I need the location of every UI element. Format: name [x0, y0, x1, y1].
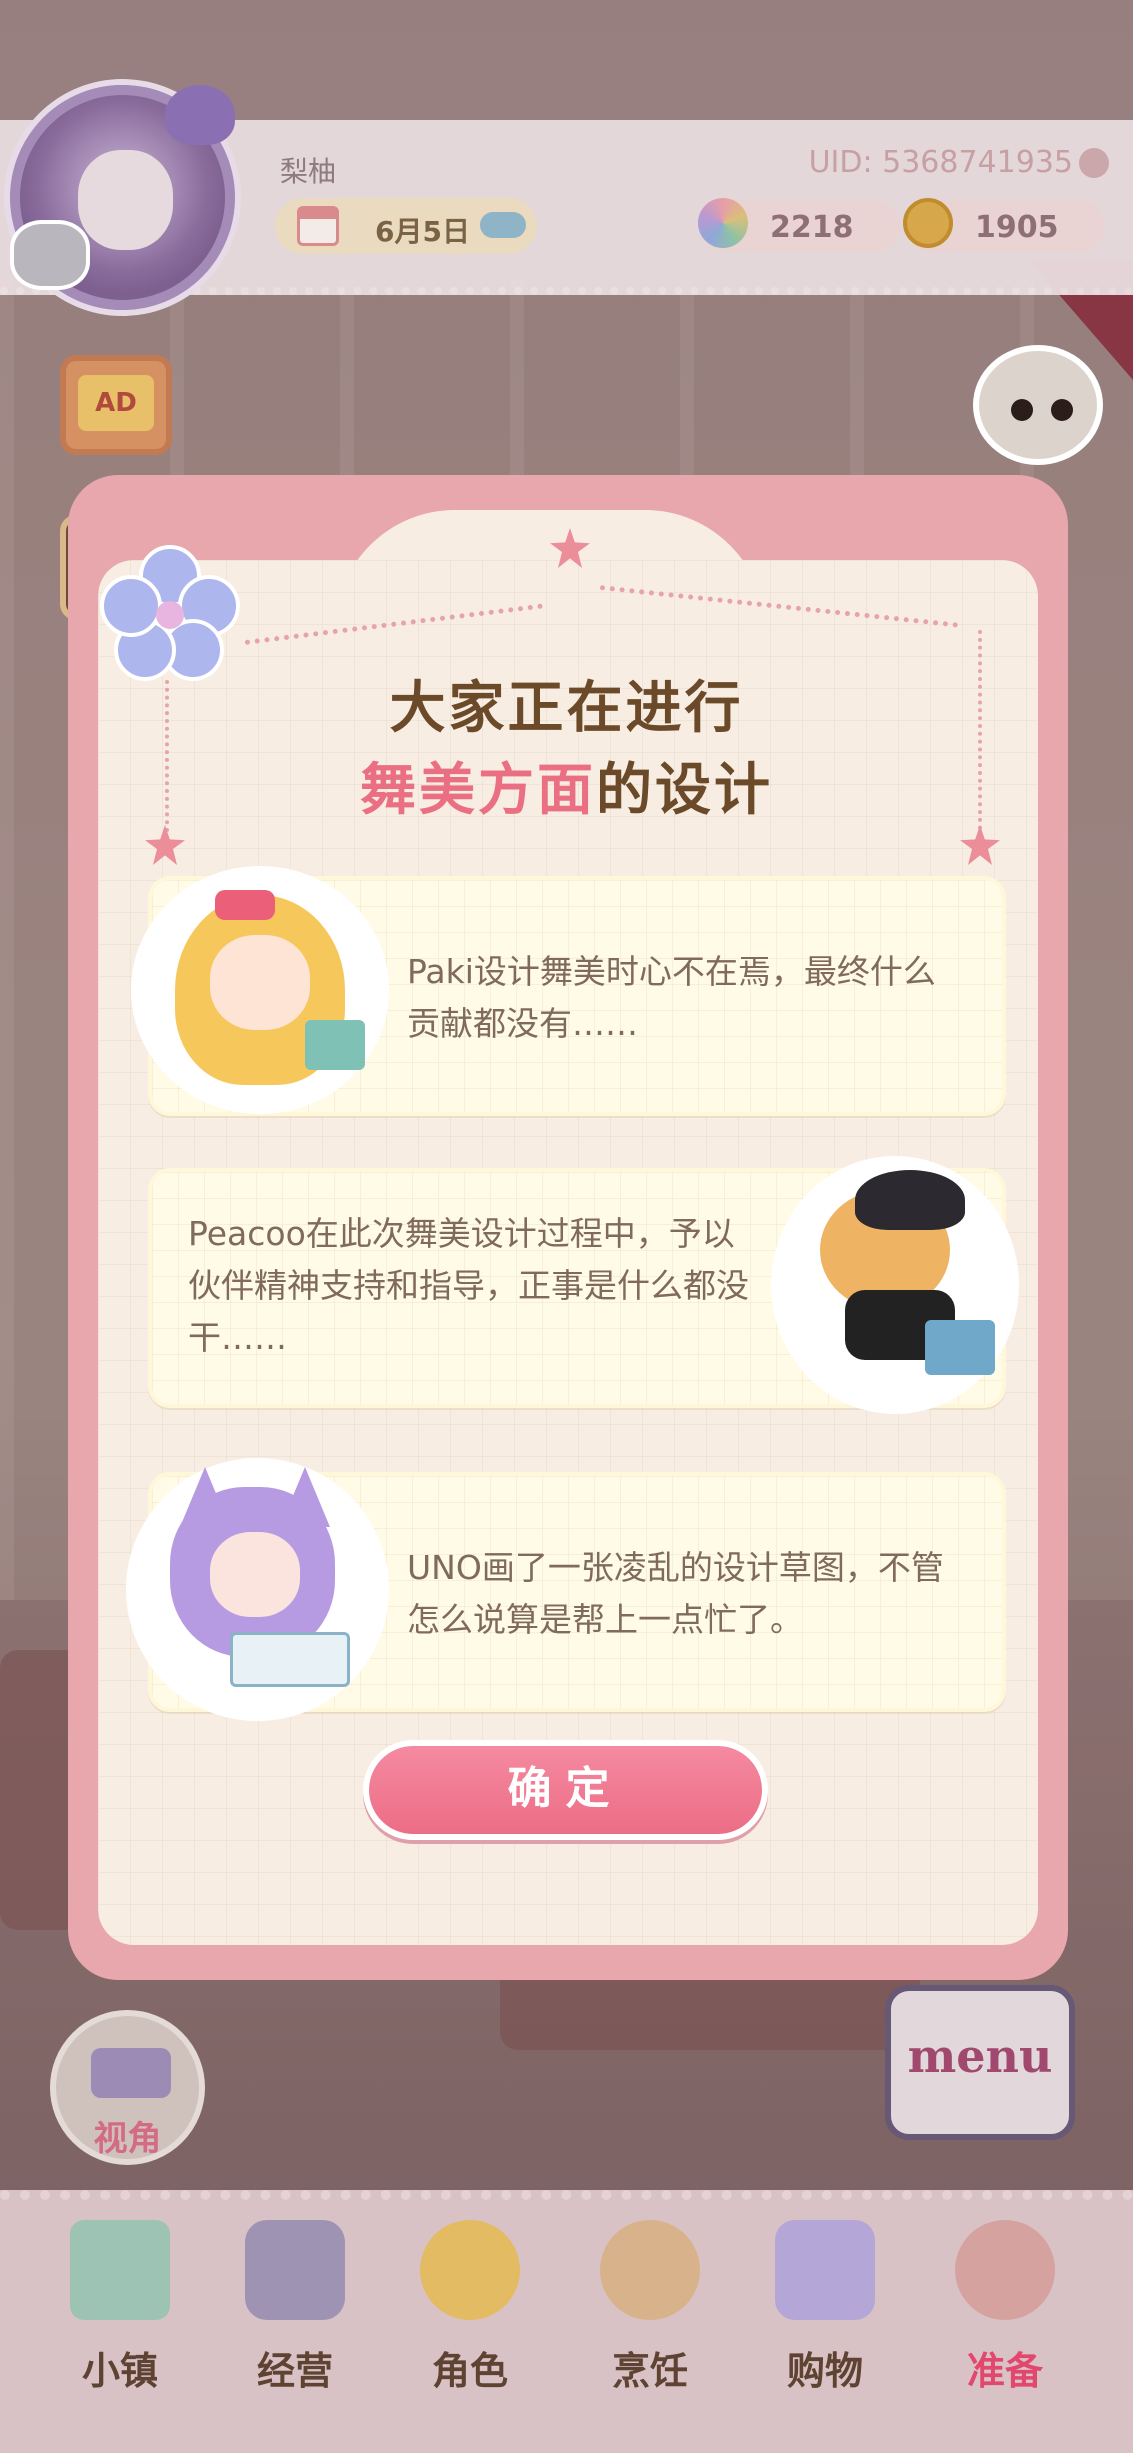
nav-item-town[interactable]: 小镇: [45, 2210, 195, 2410]
coin-icon: [903, 198, 953, 248]
dialog-title-highlight: 舞美方面: [360, 758, 596, 823]
dialog-title-line2: 舞美方面的设计: [0, 745, 1133, 826]
peacoo-character-icon: [775, 1160, 1015, 1410]
character-icon: [420, 2220, 520, 2320]
cat-eye-right: [1051, 399, 1073, 421]
copy-uid-icon[interactable]: [1079, 148, 1109, 178]
nav-label: 烹饪: [611, 2349, 688, 2393]
nav-label: 准备: [966, 2349, 1043, 2393]
nav-item-prepare[interactable]: 准备: [930, 2210, 1080, 2410]
cat-companion-icon: [10, 220, 90, 290]
sandwich-icon: [600, 2220, 700, 2320]
cloud-weather-icon: [480, 212, 526, 238]
player-uid: UID: 5368741935: [808, 145, 1073, 180]
nav-label: 购物: [786, 2349, 863, 2393]
menu-book-button[interactable]: menu: [885, 1985, 1075, 2140]
nav-label: 小镇: [81, 2349, 158, 2393]
nav-label: 经营: [256, 2349, 333, 2393]
date-text: 6月5日: [375, 215, 470, 248]
player-name: 梨柚: [280, 155, 337, 188]
view-label: 视角: [93, 2119, 162, 2159]
nav-item-business[interactable]: 经营: [220, 2210, 370, 2410]
nav-item-character[interactable]: 角色: [395, 2210, 545, 2410]
ad-label: AD: [78, 375, 154, 431]
date-pill: 6月5日: [275, 198, 537, 254]
calendar-icon: [297, 206, 339, 246]
camera-icon: [91, 2048, 171, 2098]
paki-character-icon: [135, 870, 385, 1110]
uno-character-icon: [130, 1462, 385, 1717]
gem-icon: [698, 198, 748, 248]
nav-label: 角色: [431, 2349, 508, 2393]
prep-basket-icon: [955, 2220, 1055, 2320]
camera-view-button[interactable]: 视角: [50, 2010, 205, 2165]
nav-item-shopping[interactable]: 购物: [750, 2210, 900, 2410]
cat-chat-button[interactable]: [973, 345, 1103, 465]
gem-count: 2218: [770, 210, 854, 245]
nav-item-cooking[interactable]: 烹饪: [575, 2210, 725, 2410]
coin-count: 1905: [975, 210, 1059, 245]
confirm-button[interactable]: 确定: [363, 1740, 768, 1840]
mushroom-decoration: [165, 85, 235, 145]
dialog-title-rest: 的设计: [596, 758, 773, 823]
avatar-face: [78, 150, 173, 250]
card-text: UNO画了一张凌乱的设计草图，不管怎么说算是帮上一点忙了。: [407, 1548, 944, 1639]
briefcase-icon: [245, 2220, 345, 2320]
cat-eye-left: [1011, 399, 1033, 421]
card-text: Peacoo在此次舞美设计过程中，予以伙伴精神支持和指导，正事是什么都没干……: [188, 1214, 749, 1357]
map-icon: [70, 2220, 170, 2320]
dialog-title-line1: 大家正在进行: [389, 676, 744, 741]
gem-currency[interactable]: 2218: [698, 198, 900, 252]
ad-tv-button[interactable]: AD: [60, 355, 172, 455]
card-text: Paki设计舞美时心不在焉，最终什么贡献都没有……: [407, 952, 936, 1043]
player-avatar[interactable]: [10, 85, 235, 310]
coin-currency[interactable]: 1905: [903, 198, 1105, 252]
shopping-bag-icon: [775, 2220, 875, 2320]
menu-label: menu: [907, 2029, 1053, 2083]
